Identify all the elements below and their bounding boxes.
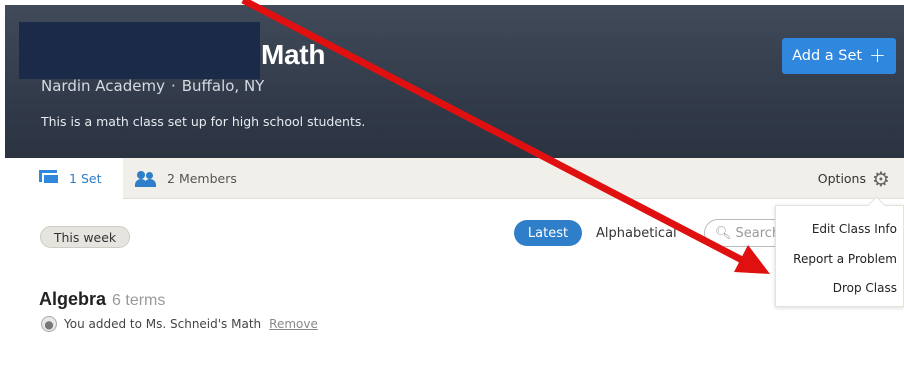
sort-latest-button[interactable]: Latest [514,220,582,246]
week-badge: This week [40,226,130,248]
school-line: Nardin Academy · Buffalo, NY [41,77,264,95]
separator: · [170,77,176,95]
class-tabbar: 1 Set 2 Members Options ⚙ [5,158,904,199]
search-placeholder: Search [735,225,781,241]
members-label: Members [178,171,237,186]
arrow-head [734,245,770,274]
class-header: Math Nardin Academy · Buffalo, NY This is … [5,5,904,158]
options-button[interactable]: Options ⚙ [818,158,890,199]
menu-item-edit-class-info[interactable]: Edit Class Info [812,222,897,236]
plus-icon: + [869,43,886,67]
menu-item-report-problem[interactable]: Report a Problem [793,252,897,266]
search-icon: 🔍︎ [715,225,732,241]
school-location: Buffalo, NY [181,77,265,95]
members-icon [135,170,157,187]
sets-icon [39,170,60,186]
set-title-row: Algebra 6 terms [39,289,165,310]
gear-icon: ⚙ [872,166,890,191]
options-dropdown: Edit Class Info Report a Problem Drop Cl… [775,205,904,307]
added-text: You added to Ms. Schneid's Math [64,317,262,331]
set-terms-count: 6 terms [112,292,166,309]
add-set-label: Add a Set [792,48,863,64]
options-label: Options [817,171,866,186]
tab-sets[interactable]: 1 Set [5,158,123,199]
set-name-link[interactable]: Algebra [39,289,106,310]
redacted-block [19,22,260,79]
sets-count: 1 [69,171,77,186]
sort-alphabetical-button[interactable]: Alphabetical [596,220,677,246]
school-name[interactable]: Nardin Academy [41,77,165,95]
remove-link[interactable]: Remove [269,317,318,331]
tab-members[interactable]: 2 Members [125,158,237,199]
members-count: 2 [167,171,175,186]
menu-item-drop-class[interactable]: Drop Class [833,281,897,295]
class-description: This is a math class set up for high sch… [41,114,366,129]
add-set-button[interactable]: Add a Set + [782,38,896,74]
class-title: Math [261,39,326,70]
sets-label: Set [80,171,102,186]
avatar [41,316,57,332]
set-added-row: You added to Ms. Schneid's Math Remove [41,316,318,332]
